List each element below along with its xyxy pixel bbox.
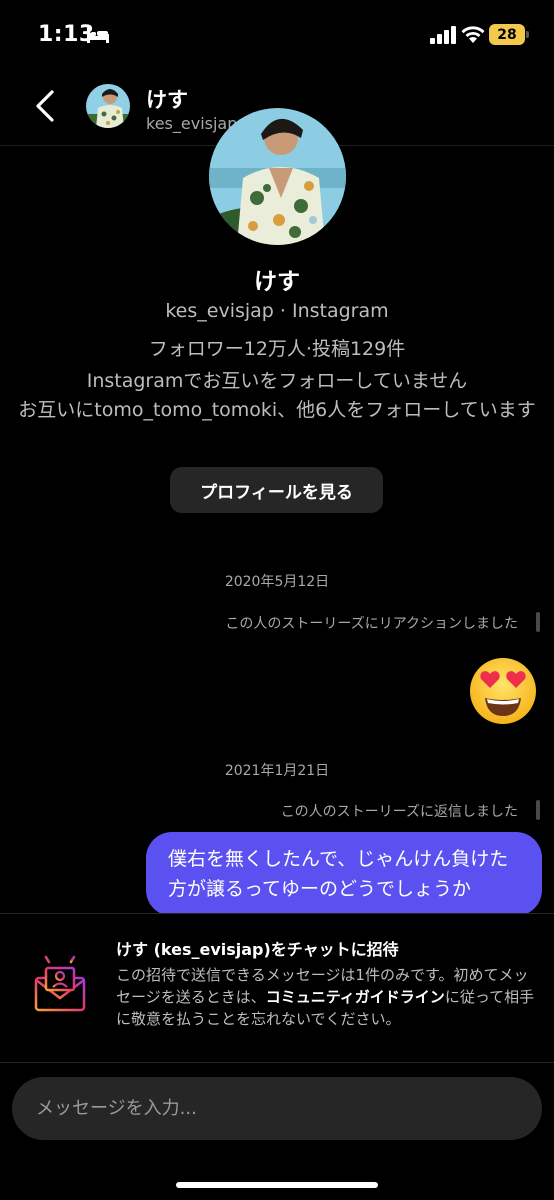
profile-name: けす: [254, 269, 300, 295]
date-separator: 2020年5月12日: [224, 574, 330, 590]
invite-title: けす (kes_evisjap)をチャットに招待: [116, 940, 399, 959]
story-reply-note: この人のストーリーズに返信しました: [280, 804, 518, 820]
community-guidelines-link[interactable]: コミュニティガイドライン: [266, 988, 445, 1006]
profile-avatar[interactable]: [209, 108, 346, 245]
follow-status-line: Instagramでお互いをフォローしていません: [86, 370, 468, 392]
message-composer: [12, 1077, 542, 1140]
header-username: kes_evisjap: [146, 114, 238, 133]
profile-handle-line: kes_evisjap · Instagram: [165, 300, 389, 322]
story-preview-bar[interactable]: [536, 800, 540, 820]
signal-icon: [430, 26, 456, 44]
home-indicator[interactable]: [176, 1182, 378, 1188]
story-reaction-note: この人のストーリーズにリアクションしました: [225, 616, 518, 632]
profile-stats-line: フォロワー12万人·投稿129件: [148, 338, 406, 360]
invite-body: この招待で送信できるメッセージは1件のみです。初めてメッセージを送るときは、コミ…: [116, 964, 536, 1030]
battery-indicator: 28: [489, 24, 529, 45]
status-bar: 1:13 28: [0, 0, 554, 70]
mutual-followers-line: お互いにtomo_tomo_tomoki、他6人をフォローしています: [18, 399, 536, 421]
chevron-left-icon[interactable]: [32, 86, 58, 126]
envelope-invite-icon: [34, 950, 86, 1012]
header-avatar[interactable]: [86, 84, 130, 128]
date-separator: 2021年1月21日: [224, 763, 330, 779]
story-preview-bar[interactable]: [536, 612, 540, 632]
header-name[interactable]: けす: [146, 84, 188, 114]
wifi-icon: [461, 26, 485, 43]
heart-eyes-emoji[interactable]: [468, 656, 538, 726]
view-profile-button[interactable]: プロフィールを見る: [170, 467, 383, 513]
invite-panel: けす (kes_evisjap)をチャットに招待 この招待で送信できるメッセージ…: [0, 913, 554, 1063]
message-input[interactable]: [36, 1077, 516, 1140]
sent-message-bubble[interactable]: 僕右を無くしたんで、じゃんけん負けた方が譲るってゆーのどうでしょうか: [146, 832, 542, 916]
bed-icon: [87, 28, 109, 43]
